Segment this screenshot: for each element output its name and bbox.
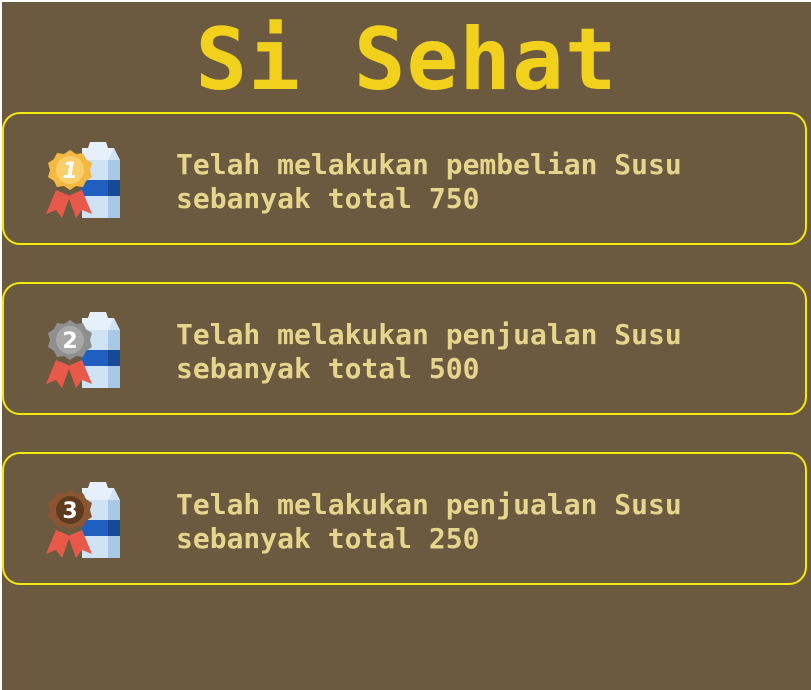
page-title: Si Sehat xyxy=(195,10,618,110)
medal-rank-2: 2 xyxy=(62,329,77,354)
achievements-panel: Si Sehat 1 Telah melakukan pembelian Sus… xyxy=(2,2,811,690)
achievement-card-2: 2 Telah melakukan penjualan Susu sebanya… xyxy=(2,282,807,415)
medal-rank-1: 1 xyxy=(62,159,77,184)
achievement-text-3: Telah melakukan penjualan Susu sebanyak … xyxy=(176,488,682,555)
medal-rank-3: 3 xyxy=(62,499,77,524)
achievement-card-3: 3 Telah melakukan penjualan Susu sebanya… xyxy=(2,452,807,585)
bronze-medal-milk-icon: 3 xyxy=(46,482,120,558)
gold-medal-milk-icon: 1 xyxy=(46,142,120,218)
achievement-card-1: 1 Telah melakukan pembelian Susu sebanya… xyxy=(2,112,807,245)
achievement-text-1: Telah melakukan pembelian Susu sebanyak … xyxy=(176,148,682,215)
achievement-text-2: Telah melakukan penjualan Susu sebanyak … xyxy=(176,318,682,385)
silver-medal-milk-icon: 2 xyxy=(46,312,120,388)
